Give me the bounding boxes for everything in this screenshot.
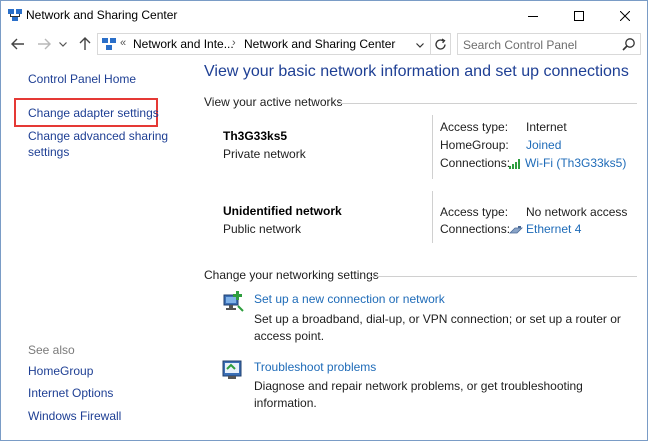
address-dropdown-button[interactable] [413,38,427,52]
wifi-connection-label[interactable]: Wi-Fi (Th3G33ks5) [525,156,626,170]
search-box[interactable] [457,33,641,55]
chevron-down-icon [59,41,67,47]
network-divider [432,115,433,179]
recent-locations-button[interactable] [57,34,69,54]
breadcrumb-separator[interactable]: › [232,37,236,49]
up-button[interactable] [75,34,95,54]
change-settings-heading: Change your networking settings [204,268,379,282]
access-type-value: Internet [526,120,567,134]
close-icon [620,10,630,21]
network-type-link[interactable]: Public network [223,222,301,236]
see-also-heading: See also [28,343,75,357]
network-name: Unidentified network [223,204,342,218]
refresh-button[interactable] [431,33,451,55]
access-type-label: Access type: [440,120,509,134]
main-content: View your basic network information and … [193,58,647,440]
address-overflow[interactable]: « [120,37,126,49]
maximize-button[interactable] [556,1,602,30]
setup-new-connection-desc: Set up a broadband, dial-up, or VPN conn… [254,312,621,343]
connections-label: Connections: [440,156,511,170]
close-button[interactable] [602,1,648,30]
section-divider [338,103,637,104]
troubleshoot-icon [222,360,242,379]
chevron-down-icon [416,42,424,48]
ethernet-connection-label[interactable]: Ethernet 4 [526,222,581,236]
forward-button[interactable] [34,34,54,54]
change-adapter-settings-link[interactable]: Change adapter settings [28,106,159,120]
windows-firewall-link[interactable]: Windows Firewall [28,409,121,423]
control-panel-home-link[interactable]: Control Panel Home [28,72,136,86]
navigation-bar: « Network and Inte... › Network and Shar… [1,30,647,58]
arrow-left-icon [11,38,24,50]
access-type-label: Access type: [440,205,509,219]
wifi-connection-link[interactable]: Wi-Fi (Th3G33ks5) [509,156,626,170]
network-sharing-icon [8,9,22,21]
network-name: Th3G33ks5 [223,129,288,143]
maximize-icon [574,10,584,21]
connections-label: Connections: [440,222,511,236]
window-title: Network and Sharing Center [26,8,178,22]
troubleshoot-problems-desc: Diagnose and repair network problems, or… [254,379,583,410]
access-type-value: No network access [526,205,628,219]
page-title: View your basic network information and … [204,63,629,80]
setup-new-connection-link[interactable]: Set up a new connection or network [254,292,445,306]
network-divider [432,191,433,243]
internet-options-link[interactable]: Internet Options [28,386,113,400]
ethernet-icon [509,226,523,234]
homegroup-joined-link[interactable]: Joined [526,138,561,152]
ethernet-connection-link[interactable]: Ethernet 4 [509,222,581,236]
breadcrumb-network-internet[interactable]: Network and Inte... [133,37,234,51]
section-divider [371,276,637,277]
wifi-signal-icon [509,159,520,169]
new-connection-icon [223,291,244,312]
breadcrumb-network-sharing-center[interactable]: Network and Sharing Center [244,37,395,51]
active-networks-heading: View your active networks [204,95,343,109]
refresh-icon [435,37,446,50]
search-icon[interactable] [622,37,636,51]
arrow-right-icon [38,38,51,50]
homegroup-link[interactable]: HomeGroup [28,364,93,378]
change-advanced-sharing-link[interactable]: Change advanced sharing settings [28,128,178,160]
search-input[interactable] [463,37,613,52]
network-type-link[interactable]: Private network [223,147,306,161]
control-panel-icon [102,38,116,50]
left-pane: Control Panel Home Change adapter settin… [1,58,193,440]
back-button[interactable] [8,34,28,54]
arrow-up-icon [79,37,91,50]
title-bar: Network and Sharing Center [1,1,647,30]
window: Network and Sharing Center « Network and… [0,0,648,441]
minimize-icon [528,15,538,17]
homegroup-label: HomeGroup: [440,138,509,152]
minimize-button[interactable] [510,1,556,30]
troubleshoot-problems-link[interactable]: Troubleshoot problems [254,360,376,374]
address-bar[interactable]: « Network and Inte... › Network and Shar… [97,33,431,55]
